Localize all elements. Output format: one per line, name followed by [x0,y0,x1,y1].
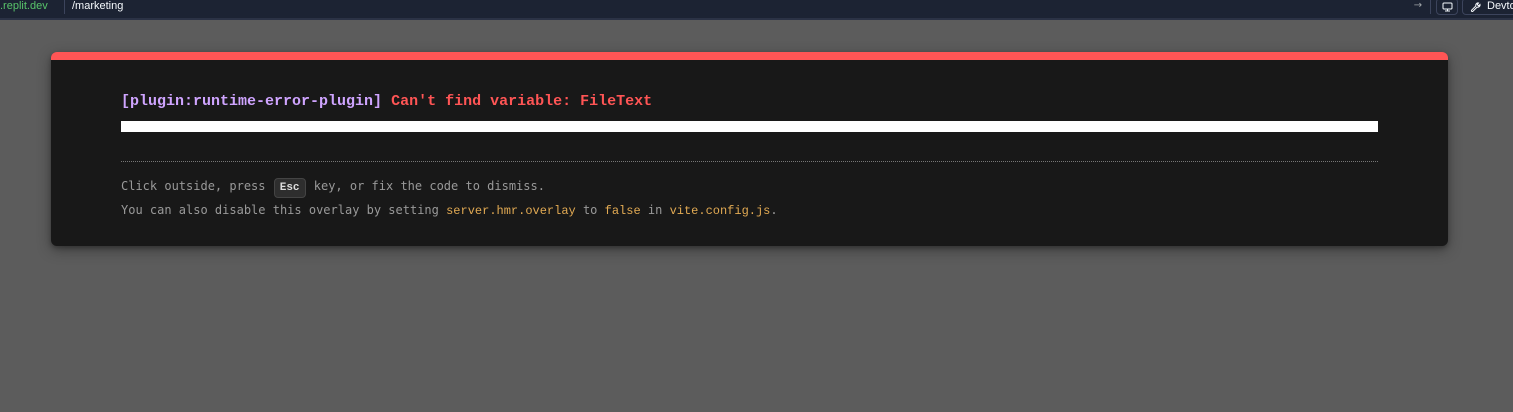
dismiss-tip: Click outside, press Esc key, or fix the… [121,178,545,198]
setting-name: server.hmr.overlay [446,204,576,218]
plugin-name: [plugin:runtime-error-plugin] [121,93,383,110]
devtools-label: Devtools [1487,0,1513,12]
tip-text: to [575,203,605,217]
wrench-icon [1470,2,1481,12]
config-file: vite.config.js [669,204,771,218]
url-domain[interactable]: .replit.dev [0,0,48,14]
tip-text: Click outside, press [121,179,273,193]
code-frame [121,121,1378,132]
url-path-input[interactable]: /marketing [72,0,123,14]
error-message: [plugin:runtime-error-plugin] Can't find… [121,90,652,114]
browser-toolbar: .replit.dev /marketing → Devtools [0,0,1513,20]
devtools-button[interactable]: Devtools [1462,0,1513,15]
esc-key: Esc [273,178,306,198]
monitor-icon [1442,2,1453,12]
error-overlay: [plugin:runtime-error-plugin] Can't find… [51,52,1448,246]
error-text: Can't find variable: FileText [391,93,653,110]
tip-text: . [770,203,778,217]
setting-value: false [604,204,641,218]
arrow-right-icon[interactable]: → [1410,0,1426,14]
tip-text: in [640,203,670,217]
toolbar-divider [1430,0,1431,14]
tip-text: You can also disable this overlay by set… [121,203,447,217]
disable-tip: You can also disable this overlay by set… [121,202,778,219]
url-separator [64,0,65,14]
device-preview-button[interactable] [1436,0,1458,15]
divider [121,161,1378,162]
tip-text: key, or fix the code to dismiss. [306,179,545,193]
